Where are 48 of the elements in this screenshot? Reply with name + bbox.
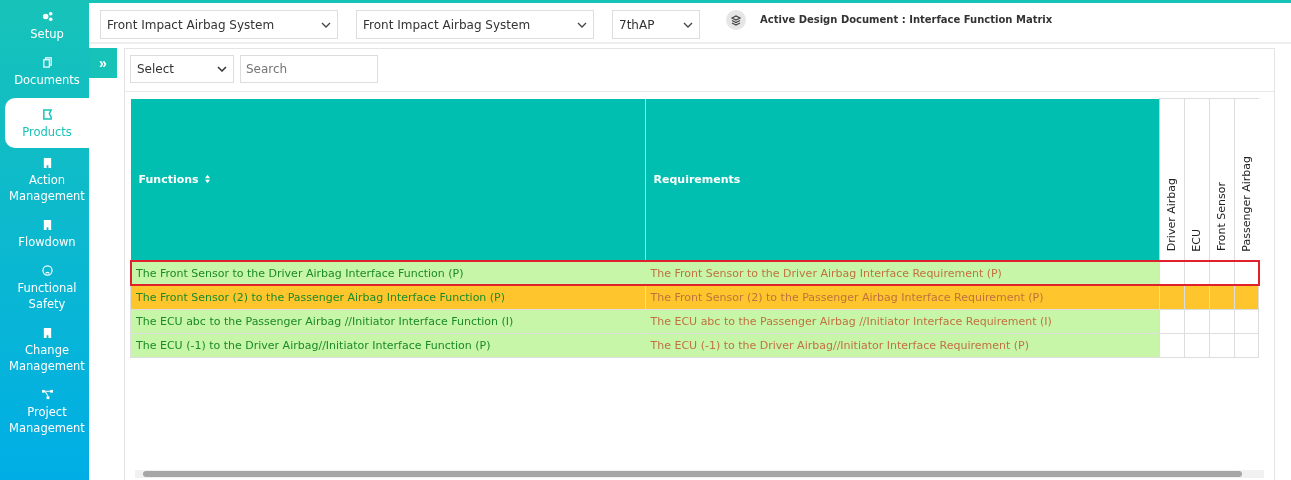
table-cell: The Front Sensor to the Driver Airbag Interface Requirement (P) <box>645 261 1159 285</box>
column-header[interactable]: Functions <box>130 98 645 261</box>
table-row[interactable]: The Front Sensor to the Driver Airbag Interface Function (P) The Front Sensor to the Driver Airbag Interface Requirement (P) <box>130 261 1259 285</box>
sidebar-item[interactable]: Project Management <box>5 384 89 442</box>
format-dropdown[interactable]: 7thAP <box>612 10 700 39</box>
chevron-down-icon <box>217 66 227 72</box>
sidebar-item[interactable]: Action Management <box>5 152 89 210</box>
column-header[interactable]: Requirements <box>645 98 1159 261</box>
layers-icon[interactable] <box>726 10 746 30</box>
network-icon <box>41 389 53 400</box>
expand-button[interactable]: » <box>89 48 117 78</box>
search-field[interactable]: Search <box>240 55 378 83</box>
table-cell: The ECU (-1) to the Driver Airbag//Initiator Interface Requirement (P) <box>645 333 1159 357</box>
face-icon <box>41 265 53 276</box>
focus-element-dropdown[interactable]: Front Impact Airbag System <box>100 10 338 39</box>
chevron-down-icon <box>577 21 587 28</box>
context-element-dropdown[interactable]: Front Impact Airbag System <box>356 10 594 39</box>
sidebar-item[interactable]: Documents <box>5 52 89 94</box>
table-cell: The Front Sensor (2) to the Passenger Airbag Interface Function (P) <box>130 285 645 309</box>
table-cell: The ECU (-1) to the Driver Airbag//Initiator Interface Function (P) <box>130 333 645 357</box>
building-icon <box>41 219 53 230</box>
table-cell: The ECU abc to the Passenger Airbag //Initiator Interface Requirement (I) <box>645 309 1159 333</box>
column-header: Passenger Airbag <box>1240 155 1253 252</box>
sidebar-item[interactable]: Change Management <box>5 322 89 380</box>
table-cell: The Front Sensor to the Driver Airbag Interface Function (P) <box>130 261 645 285</box>
copy-icon <box>41 57 53 68</box>
table-row[interactable]: The ECU abc to the Passenger Airbag //Initiator Interface Function (I) The ECU abc to the Passenger Airbag //Initiator Interface Requirement (I) <box>130 309 1259 333</box>
building-icon <box>41 327 53 338</box>
building-icon <box>41 157 53 168</box>
sidebar-item[interactable]: Products <box>5 98 89 148</box>
table-cell: The ECU abc to the Passenger Airbag //Initiator Interface Function (I) <box>130 309 645 333</box>
select-dropdown[interactable]: Select <box>130 55 234 83</box>
column-header: Driver Airbag <box>1165 178 1178 252</box>
horizontal-scrollbar[interactable] <box>135 470 1264 478</box>
table-cell: The Front Sensor (2) to the Passenger Airbag Interface Requirement (P) <box>645 285 1159 309</box>
flag-icon <box>41 109 53 120</box>
column-header: ECU <box>1190 228 1203 252</box>
table-row[interactable]: The ECU (-1) to the Driver Airbag//Initiator Interface Function (P) The ECU (-1) to the Driver Airbag//Initiator Interface Requirement (P) <box>130 333 1259 357</box>
column-header: Front Sensor <box>1215 182 1228 252</box>
chevron-down-icon <box>683 21 693 28</box>
table-row[interactable]: The Front Sensor (2) to the Passenger Airbag Interface Function (P) The Front Sensor (2) to the Passenger Airbag Interface Requirement (P) <box>130 285 1259 309</box>
sidebar-item[interactable]: Functional Safety <box>5 260 89 318</box>
chevron-down-icon <box>321 21 331 28</box>
active-document-title: Active Design Document : Interface Function Matrix <box>760 13 1053 25</box>
sort-icon[interactable] <box>203 174 211 184</box>
gears-icon <box>41 11 53 22</box>
sidebar-item[interactable]: Setup <box>5 6 89 48</box>
sidebar-item[interactable]: Flowdown <box>5 214 89 256</box>
